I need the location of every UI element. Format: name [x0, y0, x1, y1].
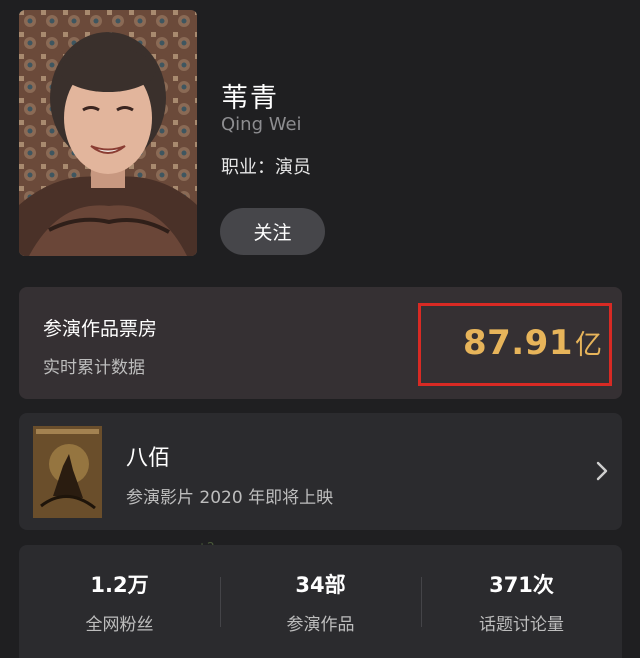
actor-occupation: 职业：演员 [221, 157, 311, 178]
box-office-title: 参演作品票房 [43, 318, 158, 340]
stat-fans[interactable]: 1.2万 全网粉丝 [19, 545, 220, 658]
film-poster [33, 426, 102, 518]
box-office-card: 参演作品票房 实时累计数据 87.91 亿 [19, 287, 622, 399]
upcoming-film-card[interactable]: 八佰 参演影片 2020 年即将上映 [19, 413, 622, 530]
box-office-number: 87.91 [462, 323, 573, 363]
stat-value: 371次 [489, 573, 554, 597]
actor-name: 苇青 [221, 83, 279, 114]
stat-label: 全网粉丝 [85, 615, 154, 635]
stat-value: 1.2万 [90, 573, 149, 597]
chevron-right-icon[interactable] [594, 460, 610, 482]
actor-profile-page: 苇青 Qing Wei 职业：演员 关注 参演作品票房 实时累计数据 87.91… [0, 0, 640, 658]
box-office-unit: 亿 [575, 330, 602, 361]
stat-value: 34部 [295, 573, 346, 597]
stat-label: 话题讨论量 [479, 615, 564, 635]
actor-name-pinyin: Qing Wei [221, 114, 302, 135]
follow-button[interactable]: 关注 [220, 208, 325, 255]
film-title: 八佰 [126, 446, 171, 471]
stat-topics[interactable]: 371次 话题讨论量 [421, 545, 622, 658]
avatar[interactable] [19, 10, 197, 256]
stat-label: 参演作品 [286, 615, 355, 635]
box-office-value: 87.91 亿 [463, 323, 602, 363]
stat-works[interactable]: 34部 参演作品 [220, 545, 421, 658]
box-office-subtitle: 实时累计数据 [43, 358, 145, 378]
stats-card: 1.2万 全网粉丝 34部 参演作品 371次 话题讨论量 [19, 545, 622, 658]
film-subtitle: 参演影片 2020 年即将上映 [126, 488, 334, 508]
